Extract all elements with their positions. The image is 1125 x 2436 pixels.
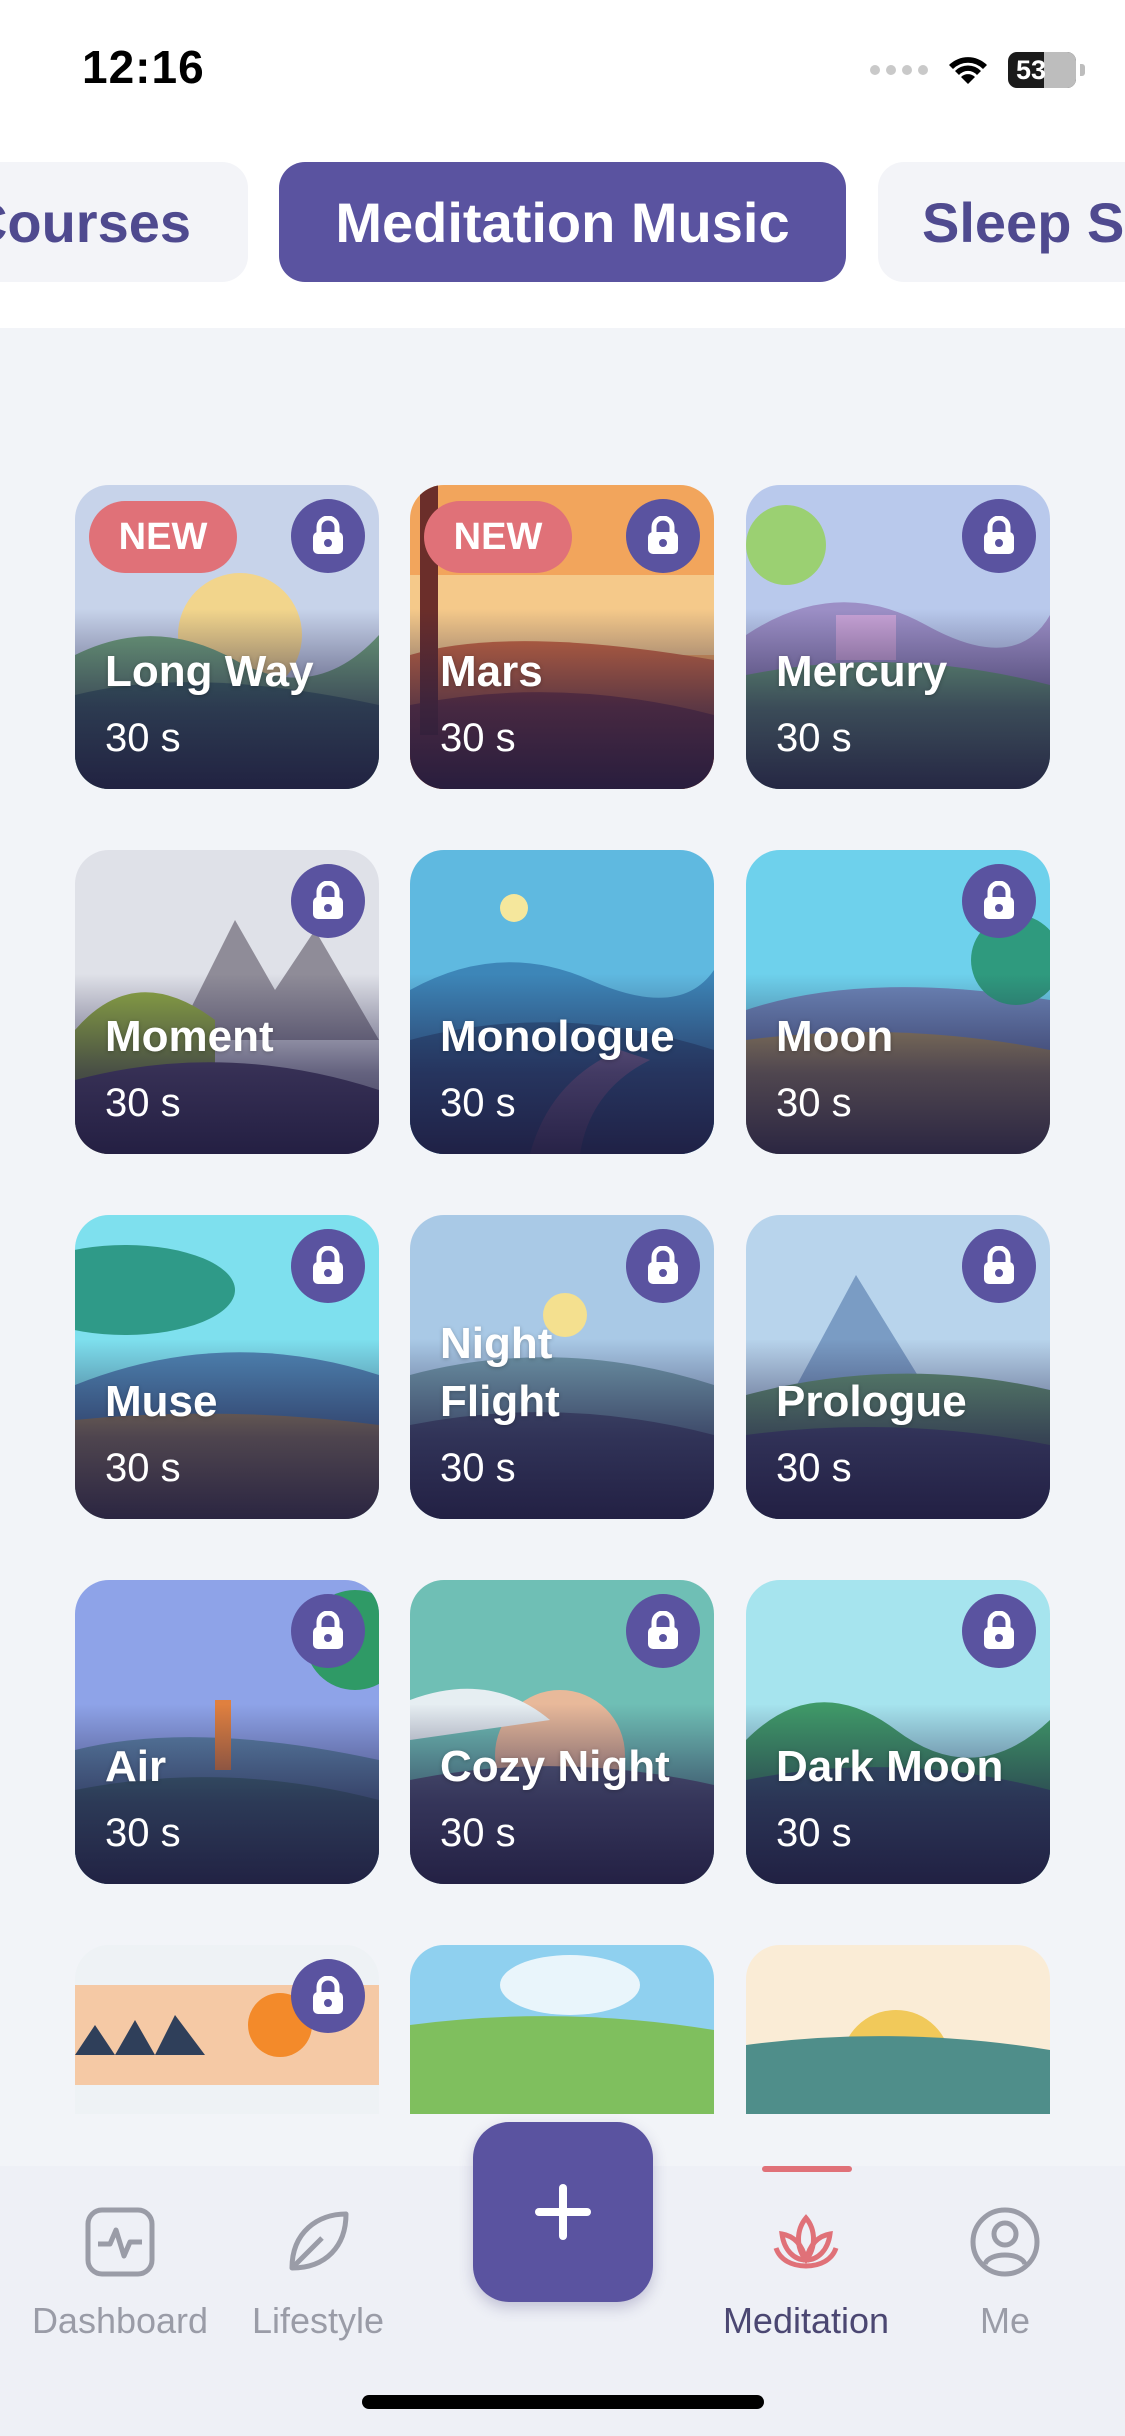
card-title: Monologue — [440, 1012, 675, 1061]
card-duration: 30 s — [776, 1446, 852, 1490]
status-time: 12:16 — [82, 41, 205, 93]
card-duration: 30 s — [776, 716, 852, 760]
card-duration: 30 s — [105, 1081, 181, 1125]
card-duration: 30 s — [105, 1446, 181, 1490]
lock-icon — [291, 1229, 365, 1303]
music-card-mars[interactable]: NEW Mars 30 s — [410, 485, 714, 789]
plus-icon — [535, 2184, 591, 2240]
profile-icon — [970, 2207, 1040, 2277]
wifi-icon — [949, 57, 987, 84]
card-duration: 30 s — [776, 1811, 852, 1855]
music-grid: NEW Long Way 30 s NEW Mars 30 s Mercury … — [0, 328, 1125, 2114]
leaf-icon — [289, 2211, 349, 2271]
music-card-monologue[interactable]: Monologue 30 s — [410, 850, 714, 1154]
active-tab-indicator — [762, 2166, 852, 2172]
music-card-cozy-night[interactable]: Cozy Night 30 s — [410, 1580, 714, 1884]
lock-icon — [626, 1229, 700, 1303]
meadow-artwork — [410, 1945, 714, 2114]
card-duration: 30 s — [776, 1081, 852, 1125]
lock-icon — [962, 864, 1036, 938]
nav-item-meditation[interactable]: Meditation — [706, 2202, 906, 2342]
battery-cap — [1080, 64, 1085, 76]
tab-sleep-stories[interactable]: Sleep S — [878, 162, 1125, 282]
home-indicator[interactable] — [362, 2395, 764, 2409]
card-title: Cozy Night — [440, 1742, 670, 1791]
new-badge: NEW — [89, 501, 237, 573]
card-title: Mercury — [776, 647, 948, 696]
card-title: Dark Moon — [776, 1742, 1004, 1791]
lock-icon — [626, 1594, 700, 1668]
lock-icon — [962, 1594, 1036, 1668]
nav-item-me[interactable]: Me — [905, 2202, 1105, 2342]
music-card-mercury[interactable]: Mercury 30 s — [746, 485, 1050, 789]
tab-meditation-music[interactable]: Meditation Music — [279, 162, 846, 282]
lock-icon — [962, 1229, 1036, 1303]
music-card-prologue[interactable]: Prologue 30 s — [746, 1215, 1050, 1519]
lotus-icon — [773, 2214, 839, 2269]
music-card-long-way[interactable]: NEW Long Way 30 s — [75, 485, 379, 789]
nav-label: Dashboard — [31, 2300, 209, 2341]
category-tabs: Courses Meditation Music Sleep S — [0, 140, 1125, 328]
music-card-air[interactable]: Air 30 s — [75, 1580, 379, 1884]
status-icons: 53 — [870, 48, 1085, 92]
lock-icon — [291, 1959, 365, 2033]
status-bar: 12:16 53 — [0, 0, 1125, 140]
nav-item-lifestyle[interactable]: Lifestyle — [218, 2202, 418, 2342]
nav-label: Me — [979, 2300, 1030, 2341]
nav-label: Meditation — [722, 2300, 890, 2341]
lock-icon — [291, 499, 365, 573]
sunrise-artwork — [746, 1945, 1050, 2114]
lock-icon — [626, 499, 700, 573]
pulse-icon — [85, 2207, 155, 2277]
card-duration: 30 s — [440, 1081, 516, 1125]
battery-level: 53 — [1016, 54, 1047, 85]
music-card-moon[interactable]: Moon 30 s — [746, 850, 1050, 1154]
card-duration: 30 s — [105, 1811, 181, 1855]
music-card-partial-3[interactable] — [746, 1945, 1050, 2114]
card-title: Mars — [440, 647, 543, 696]
new-badge: NEW — [424, 501, 572, 573]
card-duration: 30 s — [440, 716, 516, 760]
tab-courses[interactable]: Courses — [0, 162, 248, 282]
music-card-partial-1[interactable] — [75, 1945, 379, 2114]
nav-label: Lifestyle — [251, 2300, 385, 2341]
cellular-signal-icon — [870, 65, 928, 75]
card-title: Prologue — [776, 1377, 967, 1426]
nav-item-dashboard[interactable]: Dashboard — [20, 2202, 220, 2342]
lock-icon — [962, 499, 1036, 573]
card-duration: 30 s — [440, 1446, 516, 1490]
card-title: Air — [105, 1742, 167, 1791]
music-card-dark-moon[interactable]: Dark Moon 30 s — [746, 1580, 1050, 1884]
card-title: Moment — [105, 1012, 274, 1061]
battery-icon: 53 — [1008, 52, 1076, 88]
music-card-moment[interactable]: Moment 30 s — [75, 850, 379, 1154]
card-title: Muse — [105, 1377, 218, 1426]
music-card-partial-2[interactable] — [410, 1945, 714, 2114]
card-title: Long Way — [105, 647, 314, 696]
card-duration: 30 s — [105, 716, 181, 760]
lock-icon — [291, 864, 365, 938]
card-title: Moon — [776, 1012, 894, 1061]
card-title: Night Flight — [440, 1319, 560, 1426]
lock-icon — [291, 1594, 365, 1668]
card-duration: 30 s — [440, 1811, 516, 1855]
music-card-night-flight[interactable]: Night Flight 30 s — [410, 1215, 714, 1519]
music-card-muse[interactable]: Muse 30 s — [75, 1215, 379, 1519]
add-button[interactable] — [473, 2122, 653, 2302]
